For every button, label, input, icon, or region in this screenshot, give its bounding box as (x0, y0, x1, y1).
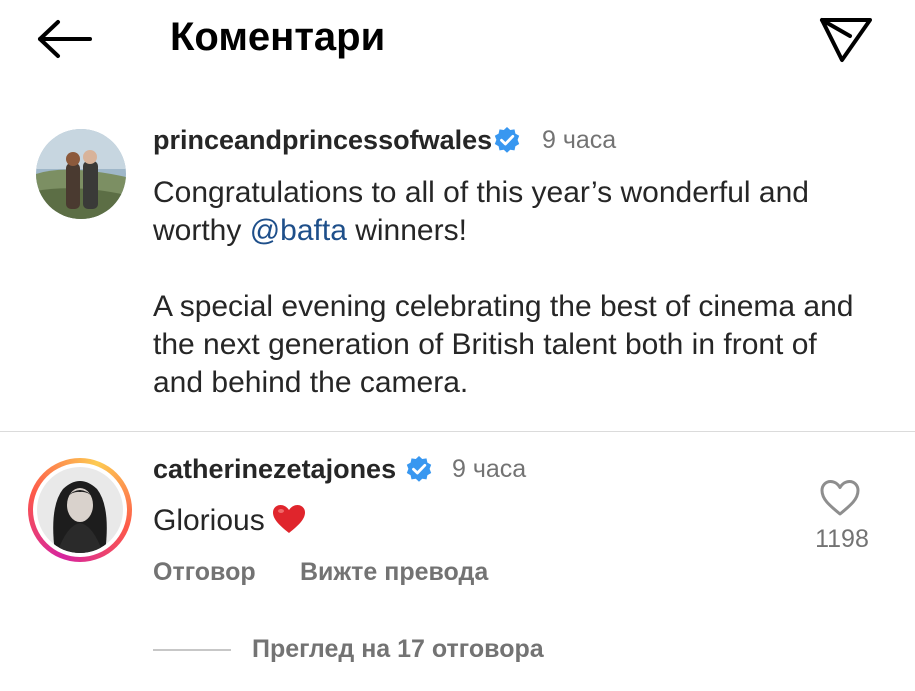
caption-paragraph-2: A special evening celebrating the best o… (153, 290, 854, 399)
comment-username[interactable]: catherinezetajones (153, 453, 396, 485)
caption-time: 9 часа (542, 126, 617, 154)
caption-text-part: winners! (346, 214, 467, 247)
replies-divider-line (153, 649, 231, 651)
reply-button[interactable]: Отговор (153, 556, 256, 588)
like-count: 1198 (815, 525, 869, 553)
verified-badge-icon (493, 126, 521, 154)
verified-badge-icon (405, 455, 433, 483)
arrow-left-icon (38, 20, 92, 58)
view-replies-button[interactable]: Преглед на 17 отговора (252, 633, 544, 665)
send-icon (820, 18, 872, 62)
heart-outline-icon (820, 480, 860, 516)
caption-username[interactable]: princeandprincessofwales (153, 124, 492, 156)
story-ring[interactable] (28, 458, 132, 562)
caption-text: Congratulations to all of this year’s wo… (153, 174, 873, 402)
caption-avatar[interactable] (36, 129, 126, 219)
see-translation-button[interactable]: Вижте превода (300, 556, 488, 588)
comment-avatar[interactable] (37, 467, 123, 553)
like-button[interactable] (818, 478, 862, 518)
comment-time: 9 часа (452, 455, 527, 483)
mention-link[interactable]: @bafta (250, 214, 347, 247)
comment-body: Glorious (153, 504, 265, 537)
share-button[interactable] (814, 10, 876, 66)
comment-text: Glorious (153, 502, 307, 540)
divider (0, 431, 915, 432)
red-heart-emoji-icon (271, 503, 307, 535)
back-button[interactable] (30, 16, 100, 62)
page-title: Коментари (170, 15, 386, 59)
header: Коментари (0, 0, 915, 80)
